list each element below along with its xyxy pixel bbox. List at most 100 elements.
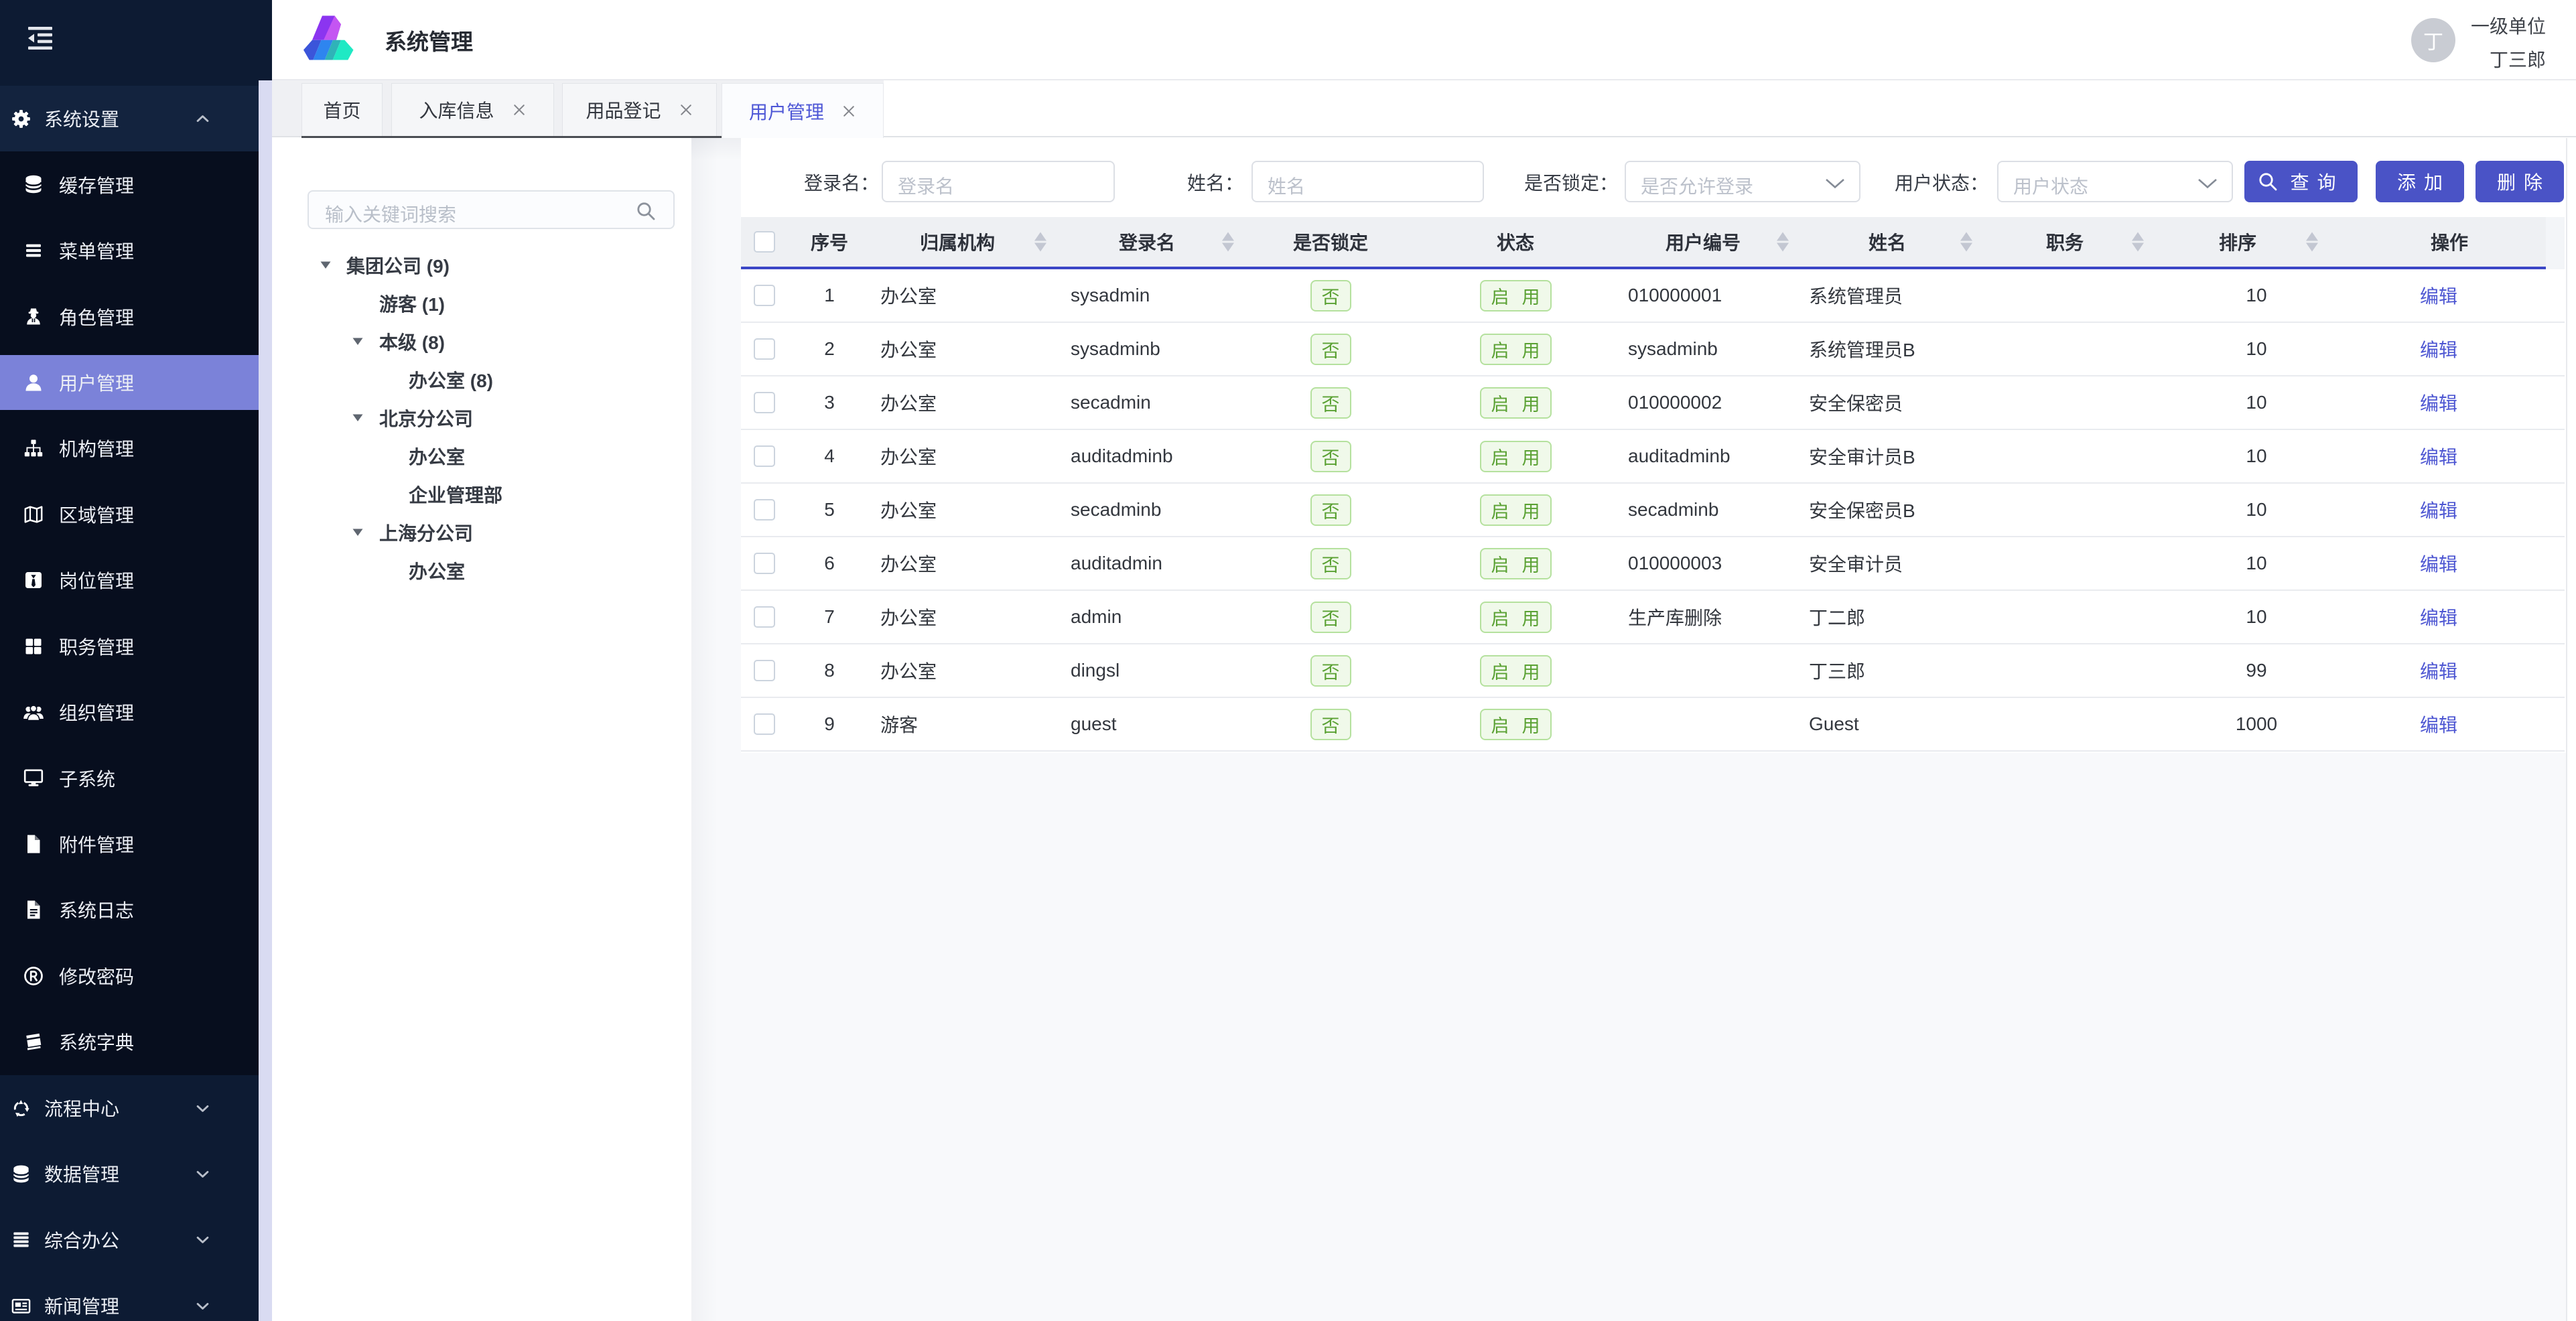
cell-locked: 否	[1250, 334, 1411, 365]
fold-menu-icon[interactable]	[28, 27, 52, 50]
sidebar-item-缓存管理[interactable]: 缓存管理	[0, 151, 259, 217]
sidebar-item-数据管理[interactable]: 数据管理	[0, 1141, 259, 1206]
close-icon[interactable]	[841, 104, 856, 119]
locked-filter-select[interactable]: 是否允许登录	[1625, 161, 1860, 202]
avatar[interactable]: 丁	[2411, 18, 2455, 62]
edit-link[interactable]: 编辑	[2420, 443, 2457, 470]
tab-首页[interactable]: 首页	[301, 83, 383, 136]
cell-login: secadminb	[1063, 499, 1250, 520]
edit-link[interactable]: 编辑	[2420, 550, 2457, 577]
close-icon[interactable]	[679, 102, 693, 117]
tab-用品登记[interactable]: 用品登记	[562, 83, 717, 136]
role-icon	[23, 305, 44, 327]
cell-locked: 否	[1250, 548, 1411, 579]
row-checkbox[interactable]	[754, 713, 775, 735]
tree-node-办公室[interactable]: 办公室	[409, 551, 465, 589]
sidebar-item-角色管理[interactable]: 角色管理	[0, 283, 259, 349]
row-checkbox[interactable]	[754, 499, 775, 520]
sidebar-item-系统设置[interactable]: 系统设置	[0, 86, 259, 151]
tree-node-本级 (8)[interactable]: 本级 (8)	[379, 322, 445, 360]
sidebar-item-组织管理[interactable]: 组织管理	[0, 679, 259, 745]
table-header-row: 序号归属机构登录名是否锁定状态用户编号姓名职务排序操作	[741, 217, 2565, 269]
edit-link[interactable]: 编辑	[2420, 657, 2457, 684]
tree-search-input[interactable]: 输入关键词搜索	[308, 190, 675, 229]
caret-down-icon[interactable]	[352, 414, 363, 422]
delete-button[interactable]: 删除	[2476, 161, 2564, 202]
caret-down-icon[interactable]	[320, 261, 331, 269]
tree-node-企业管理部[interactable]: 企业管理部	[409, 475, 502, 513]
sidebar-item-修改密码[interactable]: 修改密码	[0, 943, 259, 1009]
row-checkbox[interactable]	[754, 285, 775, 306]
edit-link[interactable]: 编辑	[2420, 336, 2457, 362]
row-checkbox[interactable]	[754, 392, 775, 413]
edit-link[interactable]: 编辑	[2420, 711, 2457, 738]
sidebar-scrollbar[interactable]	[259, 80, 272, 1321]
col-header-归属机构[interactable]: 归属机构	[871, 228, 1063, 255]
sort-arrows-icon[interactable]	[1960, 232, 1972, 252]
sidebar-item-职务管理[interactable]: 职务管理	[0, 614, 259, 679]
cell-login: auditadminb	[1063, 445, 1250, 467]
status-filter-select[interactable]: 用户状态	[1997, 161, 2233, 202]
col-header-登录名[interactable]: 登录名	[1063, 228, 1250, 255]
sidebar-item-label: 职务管理	[59, 633, 134, 660]
tab-入库信息[interactable]: 入库信息	[391, 83, 554, 136]
tab-用户管理[interactable]: 用户管理	[722, 83, 884, 138]
row-checkbox[interactable]	[754, 606, 775, 628]
sidebar-item-系统字典[interactable]: 系统字典	[0, 1009, 259, 1074]
sidebar-item-菜单管理[interactable]: 菜单管理	[0, 218, 259, 283]
sort-arrows-icon[interactable]	[2132, 232, 2144, 252]
status-filter-placeholder: 用户状态	[2013, 172, 2088, 199]
col-header-用户编号[interactable]: 用户编号	[1620, 228, 1805, 255]
col-header-姓名[interactable]: 姓名	[1805, 228, 1988, 255]
sidebar-item-流程中心[interactable]: 流程中心	[0, 1075, 259, 1141]
sidebar-item-新闻管理[interactable]: 新闻管理	[0, 1273, 259, 1321]
select-all-checkbox[interactable]	[754, 231, 775, 253]
tree-node-北京分公司[interactable]: 北京分公司	[379, 399, 473, 437]
tree-node-集团公司 (9)[interactable]: 集团公司 (9)	[346, 246, 450, 284]
edit-link[interactable]: 编辑	[2420, 604, 2457, 630]
cell-login: admin	[1063, 606, 1250, 628]
sort-arrows-icon[interactable]	[1222, 232, 1234, 252]
row-checkbox[interactable]	[754, 338, 775, 360]
sidebar-item-综合办公[interactable]: 综合办公	[0, 1206, 259, 1272]
row-checkbox[interactable]	[754, 445, 775, 467]
sidebar-item-系统日志[interactable]: 系统日志	[0, 877, 259, 943]
sidebar-item-岗位管理[interactable]: 岗位管理	[0, 547, 259, 613]
sidebar-item-用户管理[interactable]: 用户管理	[0, 350, 259, 415]
tree-node-办公室[interactable]: 办公室	[409, 437, 465, 475]
close-icon[interactable]	[512, 102, 527, 117]
edit-link[interactable]: 编辑	[2420, 496, 2457, 523]
users-icon	[23, 701, 44, 723]
sort-arrows-icon[interactable]	[1777, 232, 1789, 252]
sidebar-item-附件管理[interactable]: 附件管理	[0, 811, 259, 877]
tree-node-label: 企业管理部	[409, 481, 502, 508]
login-filter-input[interactable]: 登录名	[882, 161, 1115, 202]
search-icon[interactable]	[636, 201, 656, 221]
caret-down-icon[interactable]	[352, 529, 363, 537]
edit-link[interactable]: 编辑	[2420, 282, 2457, 309]
edit-link[interactable]: 编辑	[2420, 389, 2457, 416]
row-checkbox[interactable]	[754, 660, 775, 681]
query-button[interactable]: 查询	[2244, 161, 2358, 202]
tree-node-游客 (1)[interactable]: 游客 (1)	[379, 284, 445, 322]
header-username[interactable]: 丁三郎	[2490, 46, 2546, 72]
tree-node-办公室 (8)[interactable]: 办公室 (8)	[409, 360, 493, 399]
cell-login: guest	[1063, 713, 1250, 735]
table-row: 1办公室sysadmin否启用010000001系统管理员10编辑	[741, 269, 2565, 323]
row-checkbox-cell	[741, 499, 788, 520]
row-checkbox[interactable]	[754, 553, 775, 574]
locked-badge: 否	[1310, 441, 1351, 472]
sidebar-item-机构管理[interactable]: 机构管理	[0, 415, 259, 481]
sidebar-item-label: 流程中心	[44, 1095, 119, 1121]
add-button[interactable]: 添加	[2376, 161, 2464, 202]
col-header-职务[interactable]: 职务	[1988, 228, 2160, 255]
sidebar-item-区域管理[interactable]: 区域管理	[0, 482, 259, 547]
sort-arrows-icon[interactable]	[2306, 232, 2318, 252]
sort-arrows-icon[interactable]	[1034, 232, 1046, 252]
caret-down-icon[interactable]	[352, 338, 363, 346]
col-header-排序[interactable]: 排序	[2160, 228, 2334, 255]
chevron-down-icon	[195, 1299, 210, 1313]
sidebar-item-子系统[interactable]: 子系统	[0, 745, 259, 811]
name-filter-input[interactable]: 姓名	[1251, 161, 1484, 202]
tree-node-上海分公司[interactable]: 上海分公司	[379, 513, 473, 551]
